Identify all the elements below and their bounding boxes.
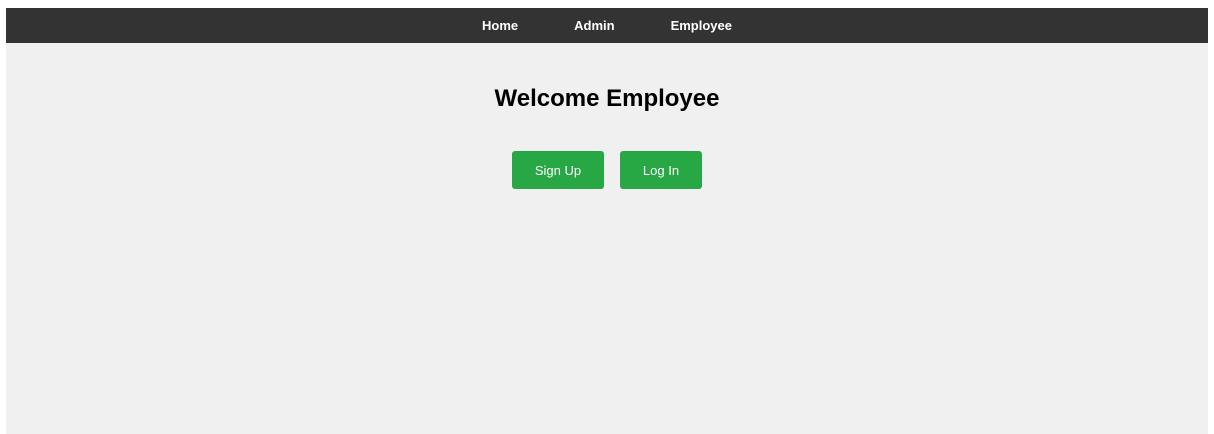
sign-up-button[interactable]: Sign Up: [512, 151, 604, 189]
action-buttons: Sign Up Log In: [6, 151, 1208, 189]
log-in-button[interactable]: Log In: [620, 151, 702, 189]
nav-link-home[interactable]: Home: [454, 18, 546, 33]
nav-link-employee[interactable]: Employee: [643, 18, 760, 33]
top-navbar: Home Admin Employee: [6, 8, 1208, 43]
nav-link-admin[interactable]: Admin: [546, 18, 642, 33]
page-title: Welcome Employee: [494, 85, 720, 112]
page-frame: Home Admin Employee Welcome Employee Sig…: [6, 8, 1208, 434]
main-content: Welcome Employee Sign Up Log In: [6, 43, 1208, 189]
